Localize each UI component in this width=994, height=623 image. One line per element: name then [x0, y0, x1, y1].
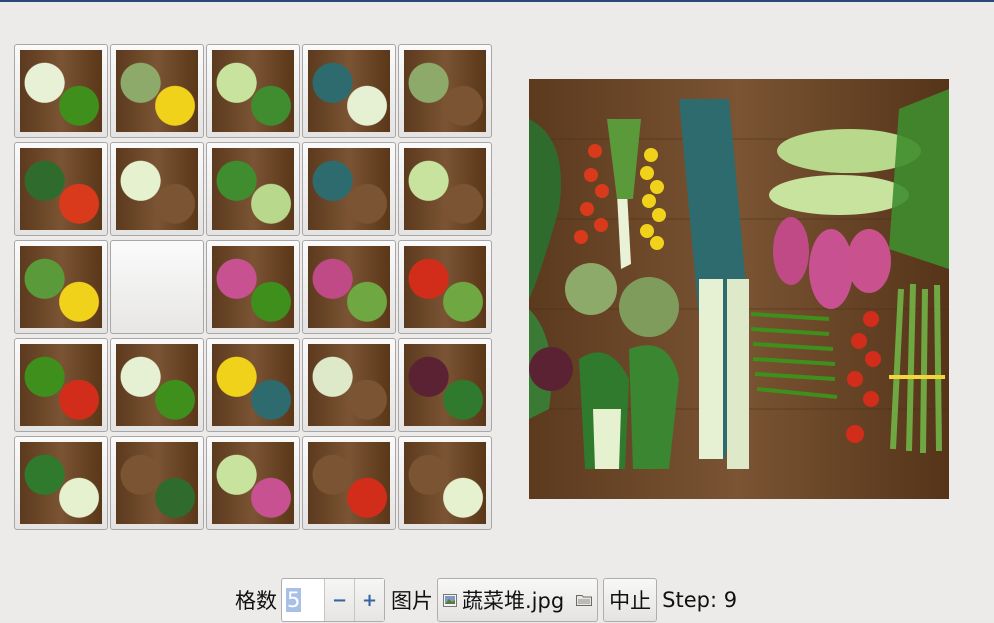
- tile-image: [308, 442, 390, 524]
- puzzle-tile[interactable]: [398, 338, 492, 432]
- preview-image: [529, 79, 949, 499]
- puzzle-tile[interactable]: [14, 44, 108, 138]
- puzzle-tile[interactable]: [206, 44, 300, 138]
- puzzle-tile[interactable]: [302, 142, 396, 236]
- puzzle-tile[interactable]: [110, 338, 204, 432]
- puzzle-tile[interactable]: [398, 436, 492, 530]
- image-file-icon: [443, 593, 457, 607]
- puzzle-tile[interactable]: [398, 240, 492, 334]
- tile-image: [404, 246, 486, 328]
- tile-image: [20, 442, 102, 524]
- tile-image: [212, 442, 294, 524]
- puzzle-tile[interactable]: [302, 338, 396, 432]
- tile-image: [404, 442, 486, 524]
- grid-size-spinner[interactable]: 5 − +: [281, 578, 385, 622]
- puzzle-tile[interactable]: [110, 44, 204, 138]
- tile-image: [212, 148, 294, 230]
- tile-image: [308, 246, 390, 328]
- tile-image: [308, 344, 390, 426]
- tile-image: [116, 442, 198, 524]
- puzzle-tile[interactable]: [14, 436, 108, 530]
- tile-image: [212, 50, 294, 132]
- grid-size-label: 格数: [235, 589, 277, 613]
- puzzle-tile[interactable]: [398, 142, 492, 236]
- puzzle-tile[interactable]: [14, 142, 108, 236]
- puzzle-tile[interactable]: [110, 436, 204, 530]
- decrement-button[interactable]: −: [324, 579, 354, 621]
- grid-size-input[interactable]: 5: [282, 579, 324, 621]
- tile-image: [404, 344, 486, 426]
- puzzle-tile[interactable]: [302, 240, 396, 334]
- puzzle-tile[interactable]: [110, 142, 204, 236]
- app-window: 格数 5 − + 图片 蔬菜堆.jpg 中止 Step: 9: [0, 0, 994, 623]
- step-counter: Step: 9: [662, 588, 738, 612]
- increment-button[interactable]: +: [354, 579, 384, 621]
- folder-icon: [576, 595, 593, 606]
- tile-image: [308, 50, 390, 132]
- puzzle-tile[interactable]: [14, 338, 108, 432]
- stop-button[interactable]: 中止: [603, 578, 658, 622]
- tile-image: [20, 246, 102, 328]
- file-name: 蔬菜堆.jpg: [462, 589, 565, 613]
- file-chooser-button[interactable]: 蔬菜堆.jpg: [437, 578, 599, 622]
- puzzle-tile[interactable]: [398, 44, 492, 138]
- image-label: 图片: [391, 589, 433, 613]
- bottom-toolbar: 格数 5 − + 图片 蔬菜堆.jpg 中止 Step: 9: [233, 577, 737, 623]
- puzzle-tile[interactable]: [302, 436, 396, 530]
- tile-image: [404, 148, 486, 230]
- tile-image: [116, 50, 198, 132]
- empty-tile[interactable]: [110, 240, 204, 334]
- tile-image: [212, 344, 294, 426]
- puzzle-tile[interactable]: [206, 436, 300, 530]
- puzzle-tile[interactable]: [206, 142, 300, 236]
- tile-image: [212, 246, 294, 328]
- tile-image: [20, 50, 102, 132]
- puzzle-tile[interactable]: [206, 240, 300, 334]
- vegetables-preview: [529, 79, 949, 499]
- tile-image: [308, 148, 390, 230]
- tile-image: [116, 344, 198, 426]
- puzzle-grid: [13, 43, 493, 533]
- puzzle-tile[interactable]: [14, 240, 108, 334]
- puzzle-tile[interactable]: [302, 44, 396, 138]
- puzzle-tile[interactable]: [206, 338, 300, 432]
- tile-image: [20, 148, 102, 230]
- tile-image: [20, 344, 102, 426]
- tile-image: [404, 50, 486, 132]
- tile-image: [116, 148, 198, 230]
